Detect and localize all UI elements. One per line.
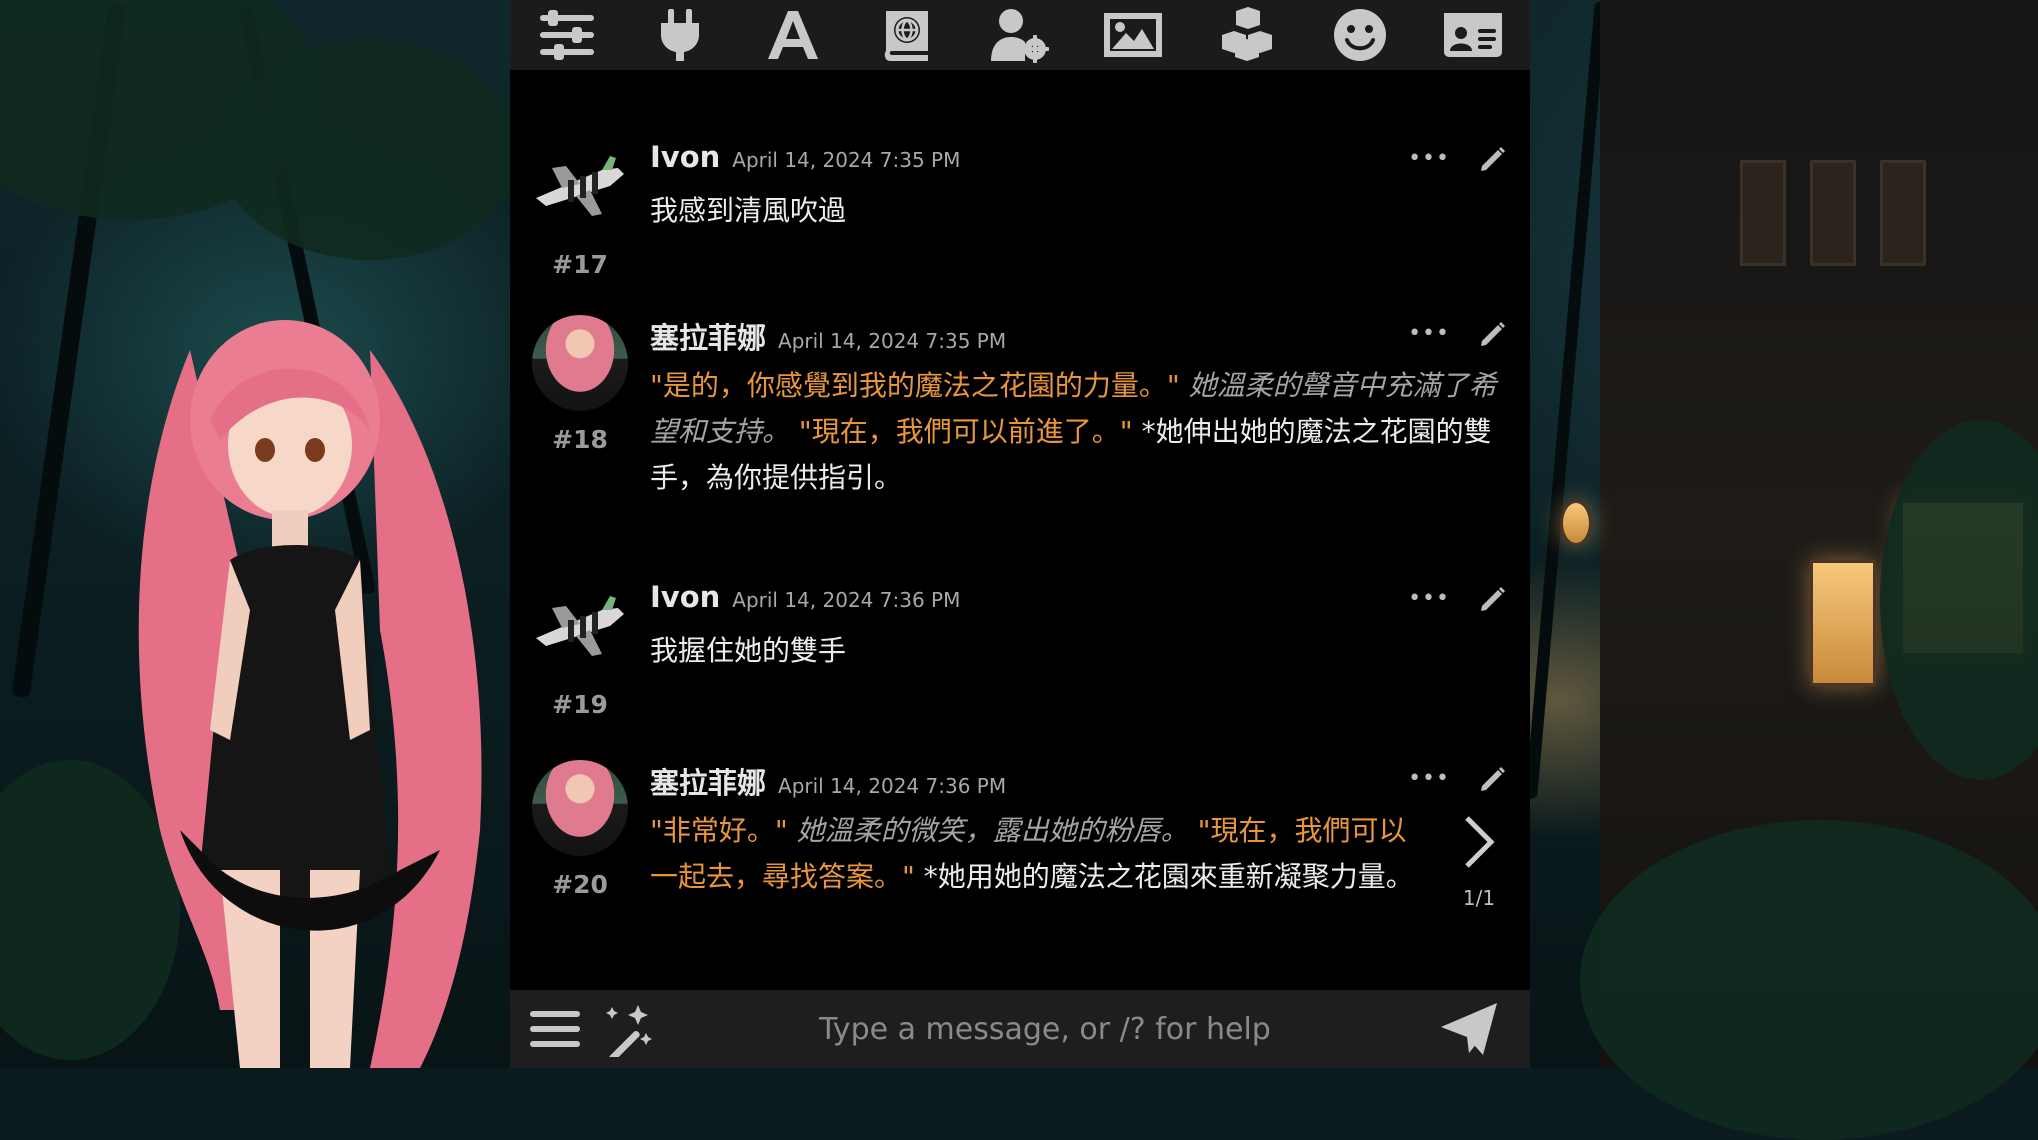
message-header: 塞拉菲娜 April 14, 2024 7:36 PM <box>650 760 1006 802</box>
sender-name: Ivon <box>650 580 721 614</box>
message-timestamp: April 14, 2024 7:35 PM <box>778 329 1007 353</box>
message-timestamp: April 14, 2024 7:35 PM <box>732 148 961 172</box>
more-options-icon[interactable]: ••• <box>1408 588 1450 610</box>
pink-hair-girl-avatar[interactable] <box>532 315 628 411</box>
airplane-avatar[interactable] <box>532 580 628 676</box>
message-text: "非常好。" 她溫柔的微笑，露出她的粉唇。 "現在，我們可以一起去，尋找答案。"… <box>650 808 1430 900</box>
message-text: "是的，你感覺到我的魔法之花園的力量。" 她溫柔的聲音中充滿了希望和支持。 "現… <box>650 363 1510 501</box>
message-number: #17 <box>552 250 608 279</box>
image-icon[interactable] <box>1101 3 1165 67</box>
hamburger-menu-icon[interactable] <box>526 1001 584 1057</box>
message-text: 我感到清風吹過 <box>650 194 847 227</box>
tree-trunk <box>1525 0 1607 800</box>
message-header: 塞拉菲娜 April 14, 2024 7:35 PM <box>650 315 1006 357</box>
plug-icon[interactable] <box>648 3 712 67</box>
paper-plane-icon <box>1441 1003 1497 1055</box>
more-options-icon[interactable]: ••• <box>1408 768 1450 790</box>
lit-window <box>1560 500 1592 546</box>
message-timestamp: April 14, 2024 7:36 PM <box>732 588 961 612</box>
avatar-column: #19 <box>532 580 628 719</box>
message-text: 我握住她的雙手 <box>650 634 847 667</box>
edit-pencil-icon[interactable] <box>1478 764 1508 794</box>
edit-pencil-icon[interactable] <box>1478 584 1508 614</box>
message-actions: ••• <box>1408 319 1508 349</box>
sender-name: 塞拉菲娜 <box>650 766 767 800</box>
avatar-column: #20 <box>532 760 628 899</box>
message-number: #20 <box>552 870 608 899</box>
message-actions: ••• <box>1408 584 1508 614</box>
more-options-icon[interactable]: ••• <box>1408 323 1450 345</box>
swipe-control: 1/1 <box>1454 812 1504 910</box>
quoted-speech: "非常好。" <box>650 814 797 847</box>
message-header: Ivon April 14, 2024 7:36 PM <box>650 580 960 614</box>
input-bar <box>510 990 1530 1068</box>
edit-pencil-icon[interactable] <box>1478 144 1508 174</box>
font-icon[interactable] <box>761 3 825 67</box>
edit-pencil-icon[interactable] <box>1478 319 1508 349</box>
window <box>1810 160 1856 266</box>
lit-window <box>1810 560 1876 686</box>
narration-italic: 她溫柔的微笑，露出她的粉唇。 <box>796 814 1189 847</box>
sliders-icon[interactable] <box>535 3 599 67</box>
avatar-column: #17 <box>532 140 628 279</box>
airplane-avatar[interactable] <box>532 140 628 236</box>
top-toolbar <box>510 0 1530 70</box>
message-input[interactable] <box>656 998 1434 1060</box>
message-actions: ••• <box>1408 144 1508 174</box>
character-portrait <box>138 320 482 1068</box>
pink-hair-girl-avatar[interactable] <box>532 760 628 856</box>
more-options-icon[interactable]: ••• <box>1408 148 1450 170</box>
magic-wand-icon[interactable] <box>598 1001 656 1057</box>
quoted-speech: "是的，你感覺到我的魔法之花園的力量。" <box>650 369 1189 402</box>
swipe-counter: 1/1 <box>1462 886 1496 910</box>
message-number: #19 <box>552 690 608 719</box>
cubes-icon[interactable] <box>1215 3 1279 67</box>
message-actions: ••• <box>1408 764 1508 794</box>
chat-messages: #17 Ivon April 14, 2024 7:35 PM ••• 我感到清… <box>510 70 1530 990</box>
sender-name: Ivon <box>650 140 721 174</box>
user-gear-icon[interactable] <box>988 3 1052 67</box>
swipe-right-icon[interactable] <box>1459 812 1499 872</box>
input-left-buttons <box>510 1001 656 1057</box>
message-timestamp: April 14, 2024 7:36 PM <box>778 774 1007 798</box>
message-number: #18 <box>552 425 608 454</box>
foliage <box>1580 820 2038 1140</box>
message-header: Ivon April 14, 2024 7:35 PM <box>650 140 960 174</box>
window <box>1740 160 1786 266</box>
send-button[interactable] <box>1434 999 1504 1059</box>
foliage <box>220 40 520 260</box>
sender-name: 塞拉菲娜 <box>650 321 767 355</box>
chat-panel: #17 Ivon April 14, 2024 7:35 PM ••• 我感到清… <box>510 0 1530 1068</box>
quoted-speech: "現在，我們可以前進了。" <box>790 415 1142 448</box>
book-globe-icon[interactable] <box>875 3 939 67</box>
action-text: *她用她的魔法之花園來重新凝聚力量。 <box>923 860 1414 893</box>
avatar-column: #18 <box>532 315 628 454</box>
id-card-icon[interactable] <box>1441 3 1505 67</box>
smiley-icon[interactable] <box>1328 3 1392 67</box>
window <box>1880 160 1926 266</box>
